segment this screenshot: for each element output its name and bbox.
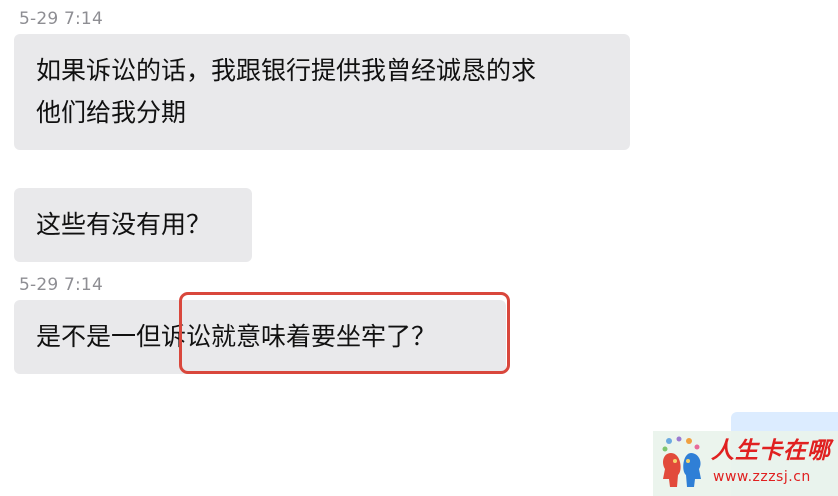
site-watermark: 人生卡在哪 www.zzzsj.cn xyxy=(653,431,838,496)
message-timestamp: 5-29 7:14 xyxy=(19,275,103,295)
watermark-title: 人生卡在哪 xyxy=(711,438,831,464)
two-heads-logo-icon xyxy=(662,436,701,487)
incoming-message-bubble[interactable]: 这些有没有用？ xyxy=(14,188,252,262)
message-timestamp: 5-29 7:14 xyxy=(19,9,103,29)
message-text-line: 是不是一但诉讼就意味着要坐牢了？ xyxy=(36,322,437,351)
incoming-message-bubble[interactable]: 如果诉讼的话，我跟银行提供我曾经诚恳的求 他们给我分期 xyxy=(14,34,630,150)
incoming-message-bubble[interactable]: 是不是一但诉讼就意味着要坐牢了？ xyxy=(14,300,506,374)
message-text-line: 这些有没有用？ xyxy=(36,210,212,239)
watermark-url: www.zzzsj.cn xyxy=(713,469,811,485)
message-text-line: 如果诉讼的话，我跟银行提供我曾经诚恳的求 xyxy=(36,56,537,85)
chat-view: 5-29 7:14 如果诉讼的话，我跟银行提供我曾经诚恳的求 他们给我分期 这些… xyxy=(0,0,838,496)
message-text-line: 他们给我分期 xyxy=(36,98,187,127)
